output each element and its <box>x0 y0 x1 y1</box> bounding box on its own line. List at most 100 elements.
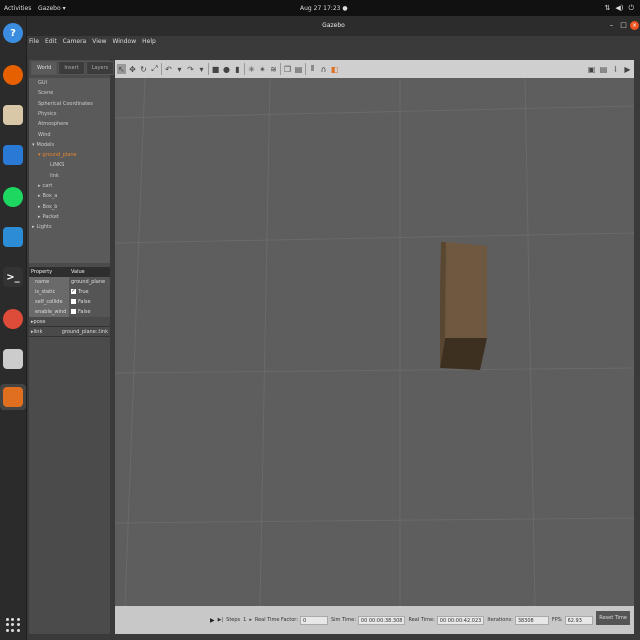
power-icon[interactable]: ⏻ <box>628 4 634 13</box>
dock-item[interactable] <box>0 62 26 88</box>
clock[interactable]: Aug 27 17:23 ● <box>300 5 348 12</box>
checkbox[interactable] <box>71 309 76 314</box>
directional-light-icon[interactable]: ≋ <box>269 64 278 74</box>
menu-window[interactable]: Window <box>112 38 136 52</box>
tree-item[interactable]: ▸ Lights <box>32 224 52 230</box>
checkbox[interactable] <box>71 299 76 304</box>
log-icon[interactable]: ▤ <box>599 64 608 74</box>
dock-item[interactable] <box>0 102 26 128</box>
play-pause-button[interactable]: ▶ <box>210 617 215 624</box>
chevron-right-icon[interactable]: ▸ <box>38 214 41 220</box>
tree-item[interactable]: ▾ ground_plane <box>38 152 77 158</box>
tree-item[interactable]: Atmosphere <box>32 121 68 127</box>
show-applications-icon[interactable] <box>6 618 20 632</box>
copy-icon[interactable]: ❐ <box>283 64 292 74</box>
toolbar-separator <box>244 63 245 75</box>
maximize-button[interactable]: □ <box>619 21 628 30</box>
dock-item[interactable] <box>0 384 26 410</box>
menu-help[interactable]: Help <box>142 38 156 52</box>
cylinder-shape-icon[interactable]: ▮ <box>233 64 242 74</box>
redo-icon[interactable]: ↷ <box>186 64 195 74</box>
chevron-down-icon[interactable]: ▾ <box>38 152 41 158</box>
scene-canvas[interactable] <box>115 78 634 606</box>
tree-item[interactable]: ▸ Packet <box>38 214 59 220</box>
dock-item[interactable]: ? <box>0 20 26 46</box>
activities-button[interactable]: Activities <box>4 5 31 12</box>
paste-icon[interactable]: ▤ <box>294 64 303 74</box>
step-button[interactable]: ▶| <box>218 617 224 623</box>
close-button[interactable]: × <box>630 21 639 30</box>
select-mode-icon[interactable]: ↖ <box>117 64 126 74</box>
tree-item[interactable]: GUI <box>32 80 47 86</box>
dock-item[interactable] <box>0 142 26 168</box>
point-light-icon[interactable]: ✳ <box>247 64 256 74</box>
dock-item[interactable] <box>0 346 26 372</box>
align-icon[interactable]: ⫴ <box>308 64 317 74</box>
box-model[interactable] <box>440 242 487 370</box>
volume-icon[interactable]: ◀) <box>615 4 623 13</box>
property-section-pose[interactable]: ▸pose <box>29 317 110 327</box>
system-tray[interactable]: ⇅ ◀) ⏻ <box>604 4 634 13</box>
tree-item[interactable]: ▸ Box_b <box>38 204 57 210</box>
menu-view[interactable]: View <box>92 38 106 52</box>
app-menu[interactable]: Gazebo ▾ <box>38 5 66 12</box>
screenshot-icon[interactable]: ▣ <box>587 64 596 74</box>
tab-layers[interactable]: Layers <box>85 61 115 75</box>
reset-time-button[interactable]: Reset Time <box>596 611 630 625</box>
tree-item[interactable]: ▸ Box_a <box>38 193 57 199</box>
scale-mode-icon[interactable]: ⤢ <box>150 64 159 74</box>
steps-label: Steps <box>226 617 241 623</box>
tree-item[interactable]: LINKS <box>44 162 64 168</box>
tree-item[interactable]: link <box>44 173 59 179</box>
sphere-shape-icon[interactable]: ● <box>222 64 231 74</box>
tree-item[interactable]: Scene <box>32 90 53 96</box>
property-value[interactable]: ✓ True <box>69 286 110 297</box>
chevron-right-icon[interactable]: ▸ <box>38 193 41 199</box>
chevron-right-icon[interactable]: ▸ <box>32 224 35 230</box>
network-icon[interactable]: ⇅ <box>604 4 610 13</box>
property-value[interactable]: ground_plane <box>69 276 110 287</box>
menu-edit[interactable]: Edit <box>45 38 57 52</box>
spot-light-icon[interactable]: ✴ <box>258 64 267 74</box>
tab-world[interactable]: World <box>31 61 58 75</box>
snap-icon[interactable]: ∩ <box>319 64 328 74</box>
chevron-right-icon[interactable]: ▸ <box>38 204 41 210</box>
3d-viewport[interactable] <box>115 78 634 606</box>
undo-dropdown-icon[interactable]: ▾ <box>175 64 184 74</box>
menu-camera[interactable]: Camera <box>63 38 87 52</box>
steps-value[interactable]: 1 <box>243 617 246 623</box>
rotate-mode-icon[interactable]: ↻ <box>139 64 148 74</box>
property-value-text: False <box>78 298 91 305</box>
minimize-button[interactable]: – <box>607 21 616 30</box>
dock-item[interactable] <box>0 184 26 210</box>
help-icon: ? <box>3 23 23 43</box>
checkbox[interactable]: ✓ <box>71 289 76 294</box>
translate-mode-icon[interactable]: ✥ <box>128 64 137 74</box>
chevron-down-icon[interactable]: ▾ <box>32 142 35 148</box>
property-section-link[interactable]: ▸link ground_plane::link <box>29 327 110 337</box>
tree-item[interactable]: Spherical Coordinates <box>32 101 93 107</box>
tree-item[interactable]: ▸ cart <box>38 183 52 189</box>
video-record-icon[interactable]: ▶ <box>623 64 632 74</box>
tree-item[interactable]: Wind <box>32 132 51 138</box>
tree-item[interactable]: Physics <box>32 111 57 117</box>
dock-item[interactable]: >_ <box>0 264 26 290</box>
chevron-right-icon[interactable]: ▸ <box>38 183 41 189</box>
property-value[interactable]: False <box>69 296 110 307</box>
plot-icon[interactable]: ⌇ <box>611 64 620 74</box>
property-value-text: True <box>78 288 89 295</box>
dock-item[interactable] <box>0 306 26 332</box>
tree-item-label: Lights <box>36 224 52 231</box>
menu-file[interactable]: File <box>29 38 39 52</box>
box-shape-icon[interactable]: ■ <box>211 64 220 74</box>
change-view-icon[interactable]: ◧ <box>330 64 339 74</box>
steps-stepper[interactable]: ▸ <box>249 617 252 623</box>
tree-item[interactable]: ▾ Models <box>32 142 54 148</box>
redo-dropdown-icon[interactable]: ▾ <box>197 64 206 74</box>
tab-insert[interactable]: Insert <box>58 61 85 75</box>
dock-item[interactable] <box>0 224 26 250</box>
property-value[interactable]: False <box>69 306 110 317</box>
property-key: self_collide <box>29 296 69 307</box>
undo-icon[interactable]: ↶ <box>164 64 173 74</box>
vscode-icon <box>3 227 23 247</box>
